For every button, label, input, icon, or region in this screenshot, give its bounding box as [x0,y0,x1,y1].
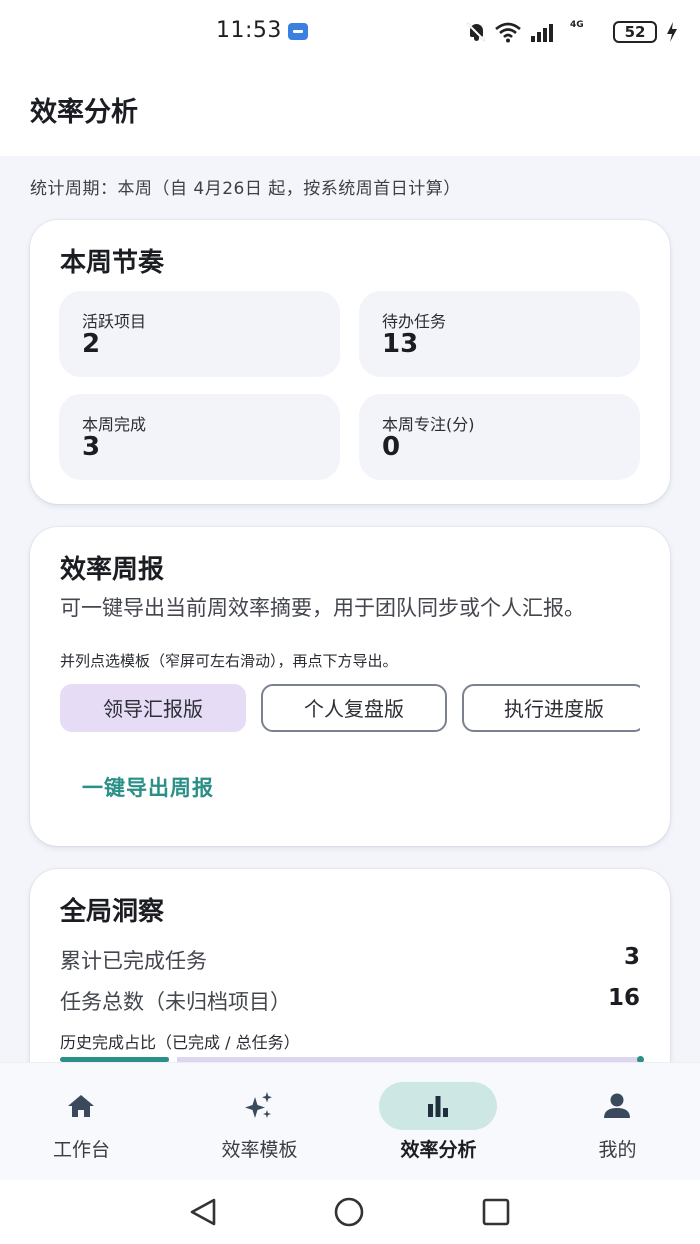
battery-level: 52 [624,23,646,41]
card-title: 全局洞察 [60,897,165,927]
nav-label: 工作台 [52,1139,110,1161]
total-completed-value: 3 [623,944,640,970]
total-completed-label: 累计已完成任务 [60,949,207,973]
total-tasks-label: 任务总数（未归档项目） [60,990,291,1014]
charging-icon [666,21,678,43]
signal-icon [531,22,561,42]
person-icon [601,1090,633,1122]
weekly-report-card: 效率周报 可一键导出当前周效率摘要，用于团队同步或个人汇报。 并列点选模板（窄屏… [30,527,670,846]
stat-completed-this-week: 本周完成 3 [59,394,340,480]
bell-off-icon [466,22,486,42]
stat-focus-minutes: 本周专注(分) 0 [359,394,640,480]
recents-icon[interactable] [480,1196,512,1228]
page-title: 效率分析 [30,97,138,128]
usb-icon [288,23,308,40]
stat-period: 统计周期：本周（自 4月26日 起，按系统周首日计算） [30,179,461,199]
stat-active-projects: 活跃项目 2 [59,291,340,377]
status-bar: 11:53 4G 52 [0,0,700,62]
weekly-rhythm-card: 本周节奏 活跃项目 2 待办任务 13 本周完成 3 本周专注(分) 0 [30,220,670,504]
stat-value: 13 [382,329,419,359]
network-type: 4G [570,20,584,30]
nav-item-workbench[interactable]: 工作台 [0,1063,169,1181]
home-circle-icon[interactable] [333,1196,365,1228]
battery-icon: 52 [613,21,657,43]
template-chip-row[interactable]: 领导汇报版 个人复盘版 执行进度版 [60,684,640,734]
back-icon[interactable] [188,1196,220,1228]
export-weekly-report-button[interactable]: 一键导出周报 [82,772,214,802]
stat-value: 2 [82,329,101,359]
sparkle-icon [243,1090,275,1122]
stat-pending-tasks: 待办任务 13 [359,291,640,377]
bottom-navigation: 工作台 效率模板 效率分析 我的 [0,1062,700,1180]
report-hint: 并列点选模板（窄屏可左右滑动），再点下方导出。 [60,652,398,670]
bar-chart-icon [422,1090,454,1122]
total-tasks-value: 16 [607,985,640,1011]
nav-item-templates[interactable]: 效率模板 [172,1063,347,1181]
4g-icon: 4G [570,21,604,43]
home-icon [65,1090,97,1122]
wifi-icon [494,21,522,43]
status-time: 11:53 [216,18,282,43]
nav-item-analysis[interactable]: 效率分析 [351,1063,526,1181]
stat-value: 3 [82,432,101,462]
card-title: 本周节奏 [60,248,165,278]
template-chip-progress[interactable]: 执行进度版 [462,684,640,732]
report-description: 可一键导出当前周效率摘要，用于团队同步或个人汇报。 [60,596,585,620]
template-chip-leader[interactable]: 领导汇报版 [60,684,246,732]
template-chip-personal[interactable]: 个人复盘版 [261,684,447,732]
nav-label: 效率分析 [400,1139,477,1161]
stat-value: 0 [382,432,401,462]
nav-label: 我的 [598,1139,637,1161]
status-icons: 4G 52 [466,18,678,46]
completion-ratio-label: 历史完成占比（已完成 / 总任务） [60,1033,300,1052]
system-navigation-bar [0,1180,700,1244]
card-title: 效率周报 [60,555,165,585]
nav-item-profile[interactable]: 我的 [530,1063,700,1181]
app-bar: 效率分析 [0,62,700,156]
nav-label: 效率模板 [221,1139,298,1161]
